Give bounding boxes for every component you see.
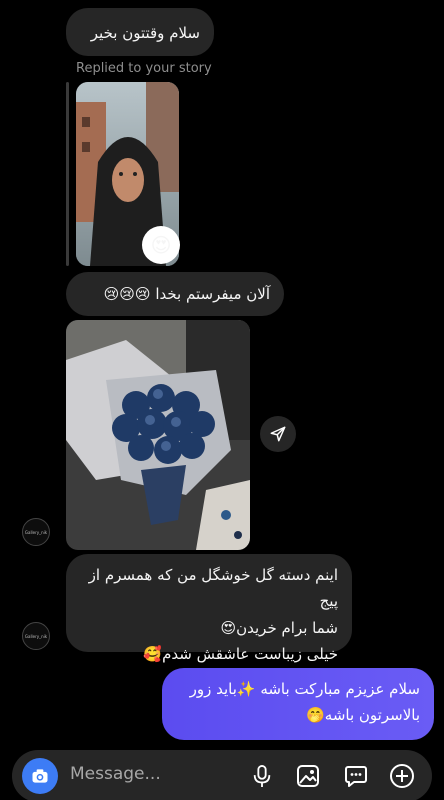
- message-composer: [12, 750, 432, 800]
- avatar[interactable]: Gallery_nik: [22, 622, 50, 650]
- story-reaction-emoji: 😍: [142, 226, 180, 264]
- share-button[interactable]: [260, 416, 296, 452]
- incoming-message-greeting[interactable]: سلام وقتتون بخیر: [66, 8, 214, 56]
- incoming-message-bouquet[interactable]: اینم دسته گل خوشگل من که همسرم از پیج شم…: [66, 554, 352, 663]
- incoming-message-sending[interactable]: آلان میفرستم بخدا 😢😢😢: [66, 272, 284, 316]
- more-options-button[interactable]: [388, 762, 416, 790]
- avatar[interactable]: Gallery_nik: [22, 518, 50, 546]
- plus-circle-icon: [390, 764, 414, 788]
- message-text: سلام وقتتون بخیر: [90, 24, 200, 42]
- send-paper-plane-icon: [270, 426, 286, 442]
- message-text-line: خیلی زیباست عاشقش شدم🥰: [143, 644, 338, 663]
- bouquet-image: [66, 320, 250, 550]
- bouquet-photo-message[interactable]: [66, 320, 250, 550]
- image-icon: [297, 765, 319, 787]
- message-input[interactable]: [70, 764, 230, 784]
- outgoing-message[interactable]: سلام عزیزم مبارکت باشه ✨باید زور بالاسرت…: [162, 668, 434, 740]
- sticker-button[interactable]: [342, 762, 370, 790]
- avatar-label: Gallery_nik: [24, 633, 48, 639]
- replied-to-story-label: Replied to your story: [76, 61, 212, 76]
- message-text-line: شما برام خریدن😍: [220, 618, 338, 637]
- gallery-button[interactable]: [294, 762, 322, 790]
- microphone-icon: [253, 765, 271, 787]
- camera-button[interactable]: [22, 758, 58, 794]
- voice-message-button[interactable]: [248, 762, 276, 790]
- reply-indicator-bar: [66, 82, 69, 266]
- message-text-line: بالاسرتون باشه🤭: [306, 706, 420, 725]
- message-text-line: اینم دسته گل خوشگل من که همسرم از پیج: [88, 566, 338, 611]
- camera-icon: [32, 769, 48, 783]
- message-text: آلان میفرستم بخدا 😢😢😢: [103, 285, 270, 303]
- avatar-label: Gallery_nik: [24, 529, 48, 535]
- chat-bubble-icon: [345, 766, 367, 787]
- message-text-line: سلام عزیزم مبارکت باشه ✨باید زور: [189, 680, 420, 698]
